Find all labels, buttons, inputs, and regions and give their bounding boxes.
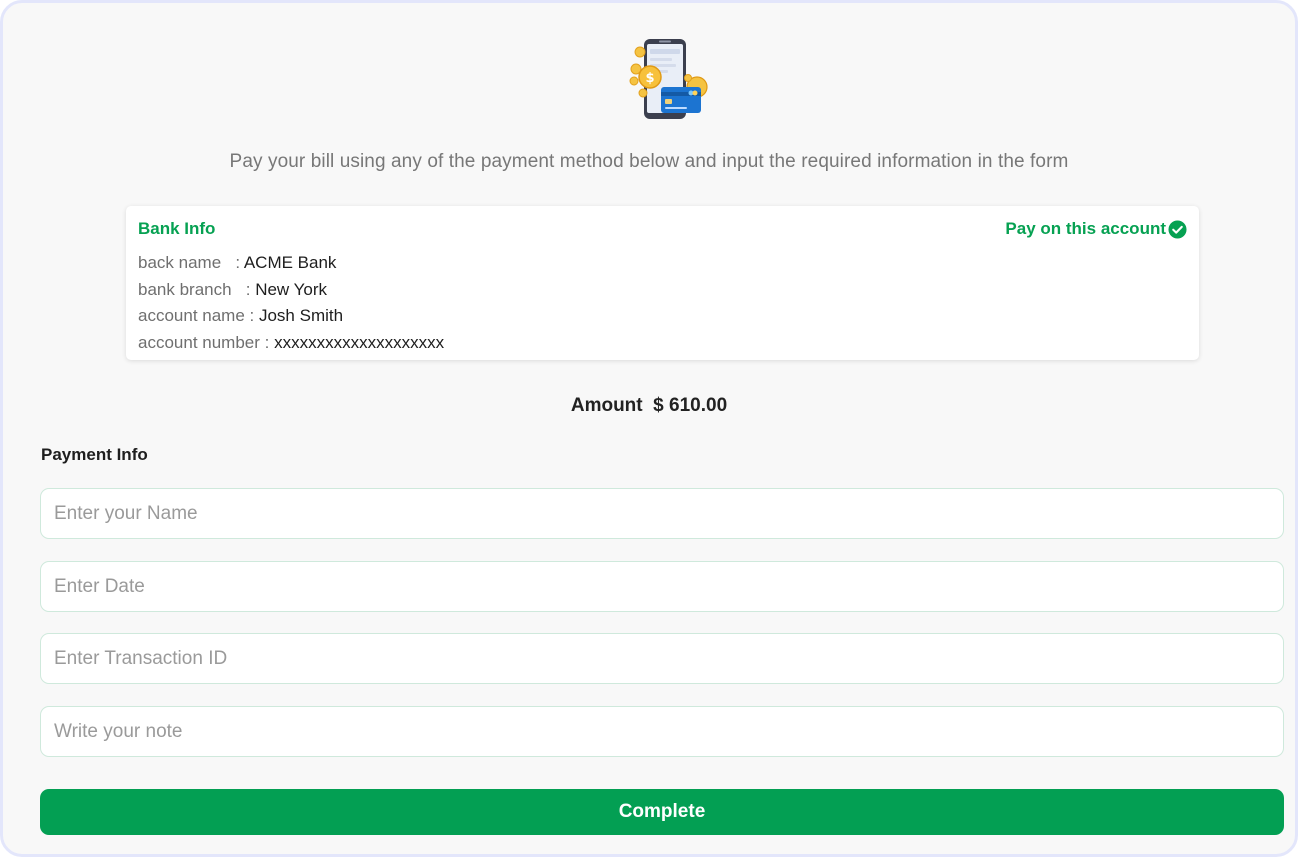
pay-on-this-account-label: Pay on this account — [1005, 219, 1166, 238]
amount-total: Amount $ 610.00 — [570, 395, 728, 416]
bank-row-value: New York — [255, 279, 328, 299]
bank-row-account-name: account name : Josh Smith — [138, 303, 444, 330]
note-input[interactable] — [40, 706, 1284, 757]
date-input[interactable] — [40, 561, 1284, 612]
bank-row-label: account number : — [138, 332, 275, 352]
bank-row-bank-name: back name : ACME Bank — [138, 250, 444, 277]
bank-row-label: back name : — [138, 253, 244, 272]
bank-info-card: Bank Info Pay on this account back name … — [126, 206, 1199, 360]
bank-row-account-number: account number : xxxxxxxxxxxxxxxxxxxx — [138, 330, 444, 357]
transaction-id-input[interactable] — [40, 633, 1284, 684]
bank-info-title: Bank Info — [138, 219, 216, 238]
bank-details: back name : ACME Bank bank branch : New … — [138, 250, 444, 356]
phone-payment-icon: $ — [629, 39, 708, 119]
bank-row-value: xxxxxxxxxxxxxxxxxxxx — [274, 332, 445, 352]
payment-panel: $ Pay your bill using any of the payment… — [0, 0, 1298, 857]
bank-row-value: ACME Bank — [243, 253, 337, 272]
intro-text: Pay your bill using any of the payment m… — [229, 151, 1069, 172]
pay-on-this-account: Pay on this account — [1005, 219, 1187, 239]
payment-info-title: Payment Info — [41, 445, 148, 464]
complete-button[interactable]: Complete — [40, 789, 1284, 835]
bank-row-label: account name : — [138, 306, 259, 325]
bank-row-value: Josh Smith — [258, 306, 344, 325]
svg-text:$: $ — [645, 71, 654, 86]
bank-row-label: bank branch : — [138, 279, 256, 299]
check-circle-icon — [1168, 219, 1187, 239]
bank-row-bank-branch: bank branch : New York — [138, 277, 444, 304]
name-input[interactable] — [40, 488, 1284, 539]
